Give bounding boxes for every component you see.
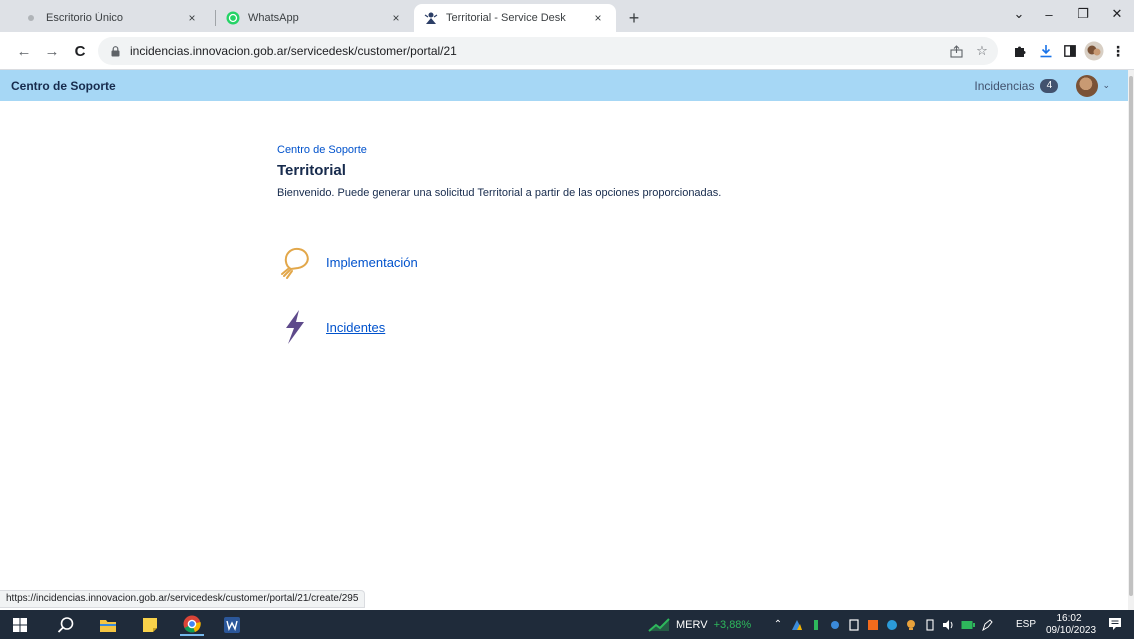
- lightbulb-icon[interactable]: [277, 243, 315, 281]
- whatsapp-icon: [226, 11, 240, 25]
- address-bar[interactable]: incidencias.innovacion.gob.ar/servicedes…: [98, 37, 998, 65]
- tab-close-icon[interactable]: ×: [388, 10, 404, 26]
- file-explorer-icon[interactable]: [96, 614, 120, 636]
- windows-taskbar: MERV +3,88% ⌃ ESP 16:02 09/10/2023: [0, 610, 1134, 639]
- tray-app-icon[interactable]: [903, 617, 919, 633]
- share-icon[interactable]: [946, 41, 966, 61]
- bookmark-star-icon[interactable]: ☆: [972, 41, 992, 61]
- tab-whatsapp[interactable]: WhatsApp ×: [216, 4, 414, 32]
- tab-close-icon[interactable]: ×: [590, 10, 606, 26]
- stock-trend-up-icon: [648, 617, 670, 632]
- request-type-incidentes[interactable]: Incidentes: [277, 308, 385, 346]
- input-language[interactable]: ESP: [1016, 610, 1036, 639]
- download-icon[interactable]: [1034, 39, 1058, 63]
- tab-title: WhatsApp: [248, 12, 299, 24]
- request-type-label[interactable]: Incidentes: [326, 320, 385, 335]
- system-tray: ⌃: [770, 610, 998, 639]
- tab-title: Escritorio Único: [46, 12, 124, 24]
- service-desk-favicon-icon: [424, 11, 438, 25]
- user-avatar[interactable]: [1076, 74, 1099, 97]
- request-type-label[interactable]: Implementación: [326, 255, 418, 270]
- welcome-message: Bienvenido. Puede generar una solicitud …: [277, 187, 722, 199]
- help-center-link[interactable]: Centro de Soporte: [11, 79, 116, 93]
- new-tab-button[interactable]: +: [622, 7, 646, 29]
- show-hidden-icons-chevron-up-icon[interactable]: ⌃: [770, 617, 786, 633]
- profile-chevron-down-icon[interactable]: ⌄: [1102, 80, 1110, 91]
- tab-title: Territorial - Service Desk: [446, 12, 566, 24]
- header-right: Incidencias 4 ⌄: [974, 70, 1110, 101]
- close-window-button[interactable]: ✕: [1098, 0, 1134, 28]
- tab-territorial-service-desk[interactable]: Territorial - Service Desk ×: [414, 4, 616, 32]
- page-scrollbar[interactable]: [1128, 70, 1134, 610]
- browser-toolbar: ← → C incidencias.innovacion.gob.ar/serv…: [0, 32, 1134, 70]
- breadcrumb[interactable]: Centro de Soporte: [277, 144, 977, 156]
- browser-tab-strip: Escritorio Único × WhatsApp × Territoria…: [0, 0, 1134, 32]
- tray-app-icon[interactable]: [884, 617, 900, 633]
- scrollbar-thumb[interactable]: [1129, 76, 1133, 596]
- tray-app-icon[interactable]: [846, 617, 862, 633]
- request-type-implementacion[interactable]: Implementación: [277, 243, 418, 281]
- clock-date: 09/10/2023: [1046, 625, 1097, 636]
- tab-close-icon[interactable]: ×: [184, 10, 200, 26]
- back-button[interactable]: ←: [12, 39, 36, 63]
- tray-app-icon[interactable]: [865, 617, 881, 633]
- windows-start-icon[interactable]: [8, 614, 32, 636]
- browser-menu-kebab-icon[interactable]: ⋮: [1106, 39, 1130, 63]
- chrome-icon[interactable]: [180, 614, 204, 636]
- url-text[interactable]: incidencias.innovacion.gob.ar/servicedes…: [130, 44, 457, 58]
- tray-app-icon[interactable]: [808, 617, 824, 633]
- forward-button[interactable]: →: [40, 39, 64, 63]
- side-panel-icon[interactable]: [1058, 39, 1082, 63]
- restore-button[interactable]: ❐: [1064, 0, 1102, 28]
- lock-icon[interactable]: [108, 44, 122, 58]
- escritorio-favicon-icon: [24, 11, 38, 25]
- system-clock[interactable]: 16:02 09/10/2023: [1046, 613, 1097, 637]
- notification-center-icon[interactable]: [1106, 615, 1124, 633]
- extensions-puzzle-icon[interactable]: [1008, 39, 1032, 63]
- pen-icon[interactable]: [979, 617, 995, 633]
- clock-time: 16:02: [1056, 613, 1082, 624]
- tab-escritorio-unico[interactable]: Escritorio Único ×: [14, 4, 210, 32]
- lightning-bolt-icon[interactable]: [277, 308, 315, 346]
- usb-device-icon[interactable]: [922, 617, 938, 633]
- volume-icon[interactable]: [941, 617, 957, 633]
- page-title: Territorial: [277, 162, 346, 179]
- link-status-bar: https://incidencias.innovacion.gob.ar/se…: [0, 590, 366, 608]
- tray-app-icon[interactable]: [789, 617, 805, 633]
- search-icon[interactable]: [54, 614, 78, 636]
- tray-app-icon[interactable]: [827, 617, 843, 633]
- stock-name: MERV: [676, 618, 708, 631]
- requests-link[interactable]: Incidencias: [974, 79, 1034, 93]
- reload-button[interactable]: C: [68, 39, 92, 63]
- portal-header: Centro de Soporte Incidencias 4 ⌄: [0, 70, 1128, 101]
- portal-content: Centro de Soporte Territorial Bienvenido…: [277, 144, 977, 344]
- stock-change: +3,88%: [713, 618, 752, 631]
- requests-count-badge[interactable]: 4: [1040, 78, 1059, 93]
- profile-avatar-icon[interactable]: [1082, 39, 1106, 63]
- word-icon[interactable]: [220, 614, 244, 636]
- minimize-button[interactable]: –: [1030, 0, 1068, 28]
- battery-icon[interactable]: [960, 617, 976, 633]
- sticky-notes-icon[interactable]: [138, 614, 162, 636]
- stock-widget[interactable]: MERV +3,88%: [648, 610, 751, 639]
